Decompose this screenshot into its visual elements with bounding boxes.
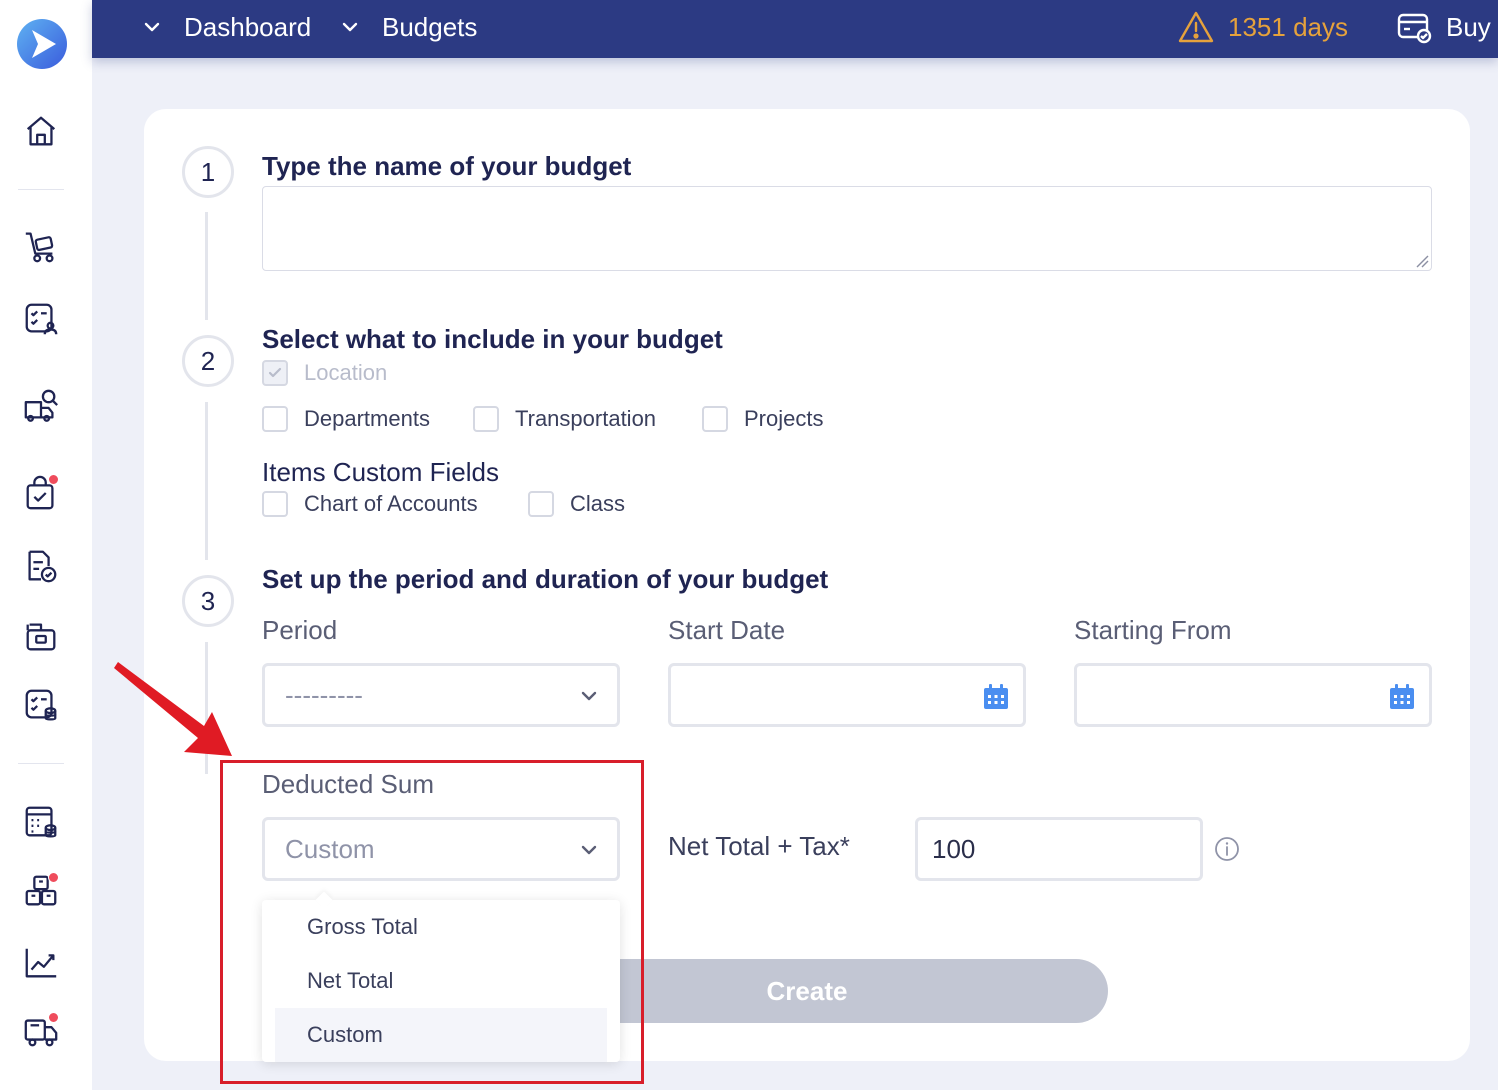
step-2-title: Select what to include in your budget	[262, 324, 723, 354]
projects-checkbox[interactable]: Projects	[702, 406, 823, 432]
checkbox-label: Location	[304, 360, 388, 385]
truck-search-icon[interactable]	[20, 385, 62, 427]
chevron-down-icon	[342, 22, 358, 32]
chevron-down-icon	[581, 691, 597, 701]
breadcrumb-dashboard[interactable]: Dashboard	[142, 10, 311, 44]
breadcrumb-label: Budgets	[382, 11, 478, 42]
checkbox-box	[473, 406, 499, 432]
step-connector	[205, 212, 208, 320]
sidebar	[0, 0, 92, 1090]
budget-name-input[interactable]	[262, 186, 1432, 271]
annotation-highlight-box	[220, 760, 644, 1084]
wallet-check-icon	[1397, 13, 1432, 44]
checkbox-label: Transportation	[515, 406, 657, 431]
checklist-user-icon[interactable]	[20, 298, 62, 340]
checkbox-label: Projects	[744, 406, 824, 431]
calculator-database-icon[interactable]	[20, 801, 62, 843]
cart-icon[interactable]	[20, 225, 62, 267]
net-total-tax-value: 100	[932, 833, 976, 864]
annotation-arrow-icon	[114, 662, 232, 756]
notification-dot	[48, 474, 59, 485]
check-icon	[268, 367, 282, 378]
step-3-badge: 3	[182, 575, 234, 627]
transportation-checkbox[interactable]: Transportation	[473, 406, 656, 432]
home-icon[interactable]	[20, 110, 62, 152]
breadcrumb-budgets[interactable]: Budgets	[340, 10, 477, 44]
calendar-icon[interactable]	[981, 682, 1011, 712]
trial-warning[interactable]: 1351 days	[1178, 8, 1348, 46]
app-logo[interactable]	[16, 18, 68, 70]
step-3-title: Set up the period and duration of your b…	[262, 564, 829, 594]
departments-checkbox[interactable]: Departments	[262, 406, 430, 432]
top-bar: Dashboard Budgets 1351 days Buy	[92, 0, 1498, 58]
checkbox-box	[262, 491, 288, 517]
checkbox-box	[528, 491, 554, 517]
class-checkbox[interactable]: Class	[528, 491, 625, 517]
start-date-input[interactable]	[668, 663, 1026, 727]
starting-from-input[interactable]	[1074, 663, 1432, 727]
warning-icon	[1178, 11, 1214, 43]
starting-from-label: Starting From	[1074, 615, 1232, 645]
buy-label: Buy	[1446, 11, 1491, 42]
checkbox-checked	[262, 360, 288, 386]
resize-handle-icon[interactable]	[1415, 254, 1429, 268]
notification-dot	[48, 1012, 59, 1023]
checkbox-label: Chart of Accounts	[304, 491, 478, 516]
calendar-icon[interactable]	[1387, 682, 1417, 712]
start-date-label: Start Date	[668, 615, 786, 645]
checkbox-box	[702, 406, 728, 432]
period-select[interactable]: ---------	[262, 663, 620, 727]
step-1-title: Type the name of your budget	[262, 151, 632, 181]
breadcrumb-label: Dashboard	[184, 11, 312, 42]
period-value: ---------	[285, 679, 363, 710]
chevron-down-icon	[144, 22, 160, 32]
net-total-tax-input[interactable]: 100	[915, 817, 1203, 881]
chart-line-icon[interactable]	[20, 942, 62, 984]
period-label: Period	[262, 615, 338, 645]
trial-days: 1351 days	[1228, 11, 1348, 42]
step-1-badge: 1	[182, 146, 234, 198]
buy-button[interactable]: Buy	[1396, 8, 1491, 46]
chart-of-accounts-checkbox[interactable]: Chart of Accounts	[262, 491, 478, 517]
checkbox-label: Departments	[304, 406, 430, 431]
notification-dot	[48, 872, 59, 883]
custom-fields-title: Items Custom Fields	[262, 457, 499, 487]
step-connector	[205, 402, 208, 560]
checkbox-label: Class	[570, 491, 626, 516]
net-total-tax-label: Net Total + Tax*	[668, 831, 850, 861]
document-check-icon[interactable]	[20, 545, 62, 587]
sidebar-divider	[18, 763, 64, 764]
sidebar-divider	[18, 189, 64, 190]
info-icon[interactable]	[1214, 836, 1240, 862]
location-checkbox: Location	[262, 360, 387, 386]
step-2-badge: 2	[182, 335, 234, 387]
checkbox-box	[262, 406, 288, 432]
checklist-database-icon[interactable]	[20, 684, 62, 726]
box-icon[interactable]	[20, 615, 62, 657]
